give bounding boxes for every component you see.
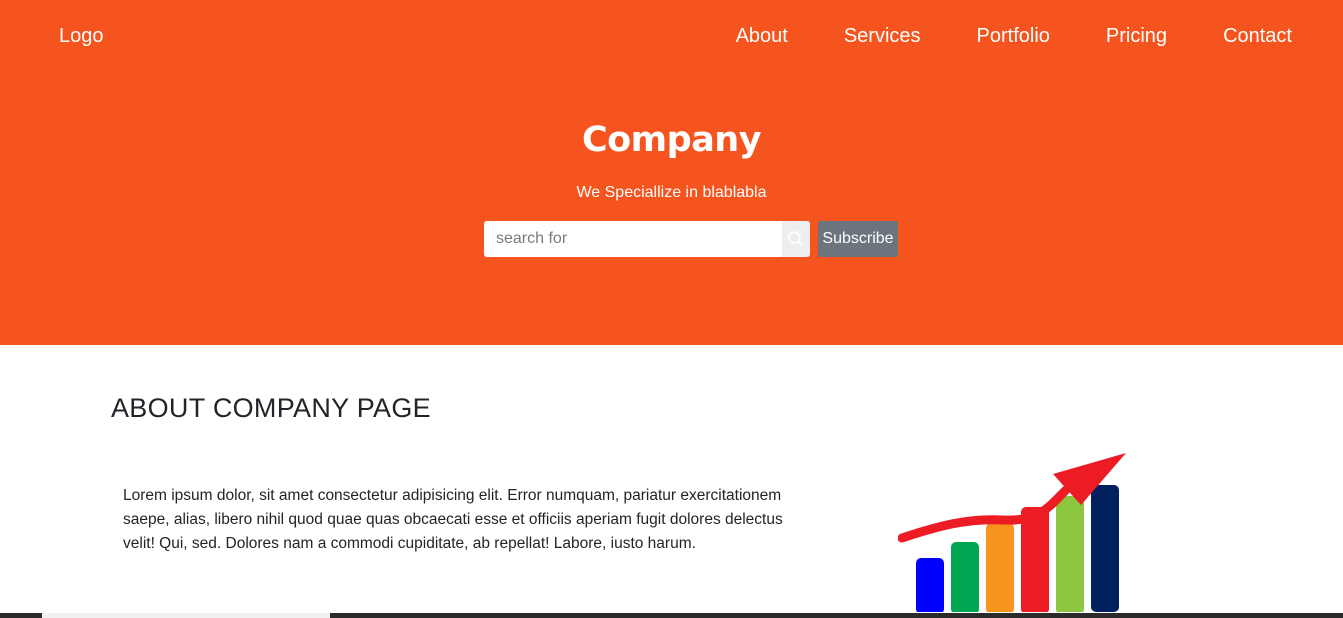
about-heading: ABOUT COMPANY PAGE	[111, 393, 431, 423]
hero-section: Logo About Services Portfolio Pricing Co…	[0, 0, 1343, 345]
main-nav: About Services Portfolio Pricing Contact	[736, 25, 1292, 48]
bottom-strip-light	[42, 613, 330, 618]
search-button[interactable]	[782, 221, 810, 257]
search-icon	[788, 231, 804, 247]
search-input[interactable]	[484, 221, 782, 257]
nav-link-pricing[interactable]: Pricing	[1106, 25, 1167, 48]
nav-link-services[interactable]: Services	[844, 25, 921, 48]
hero-title: Company	[581, 120, 762, 160]
about-text: Lorem ipsum dolor, sit amet consectetur …	[123, 487, 783, 552]
search-box	[484, 221, 810, 257]
subscribe-button[interactable]: Subscribe	[818, 221, 898, 257]
nav-link-about[interactable]: About	[736, 25, 788, 48]
hero-tagline: We Speciallize in blablabla	[576, 184, 767, 201]
logo-link[interactable]: Logo	[59, 25, 104, 48]
nav-link-portfolio[interactable]: Portfolio	[977, 25, 1050, 48]
nav-link-contact[interactable]: Contact	[1223, 25, 1292, 48]
growth-chart-icon	[898, 453, 1126, 612]
